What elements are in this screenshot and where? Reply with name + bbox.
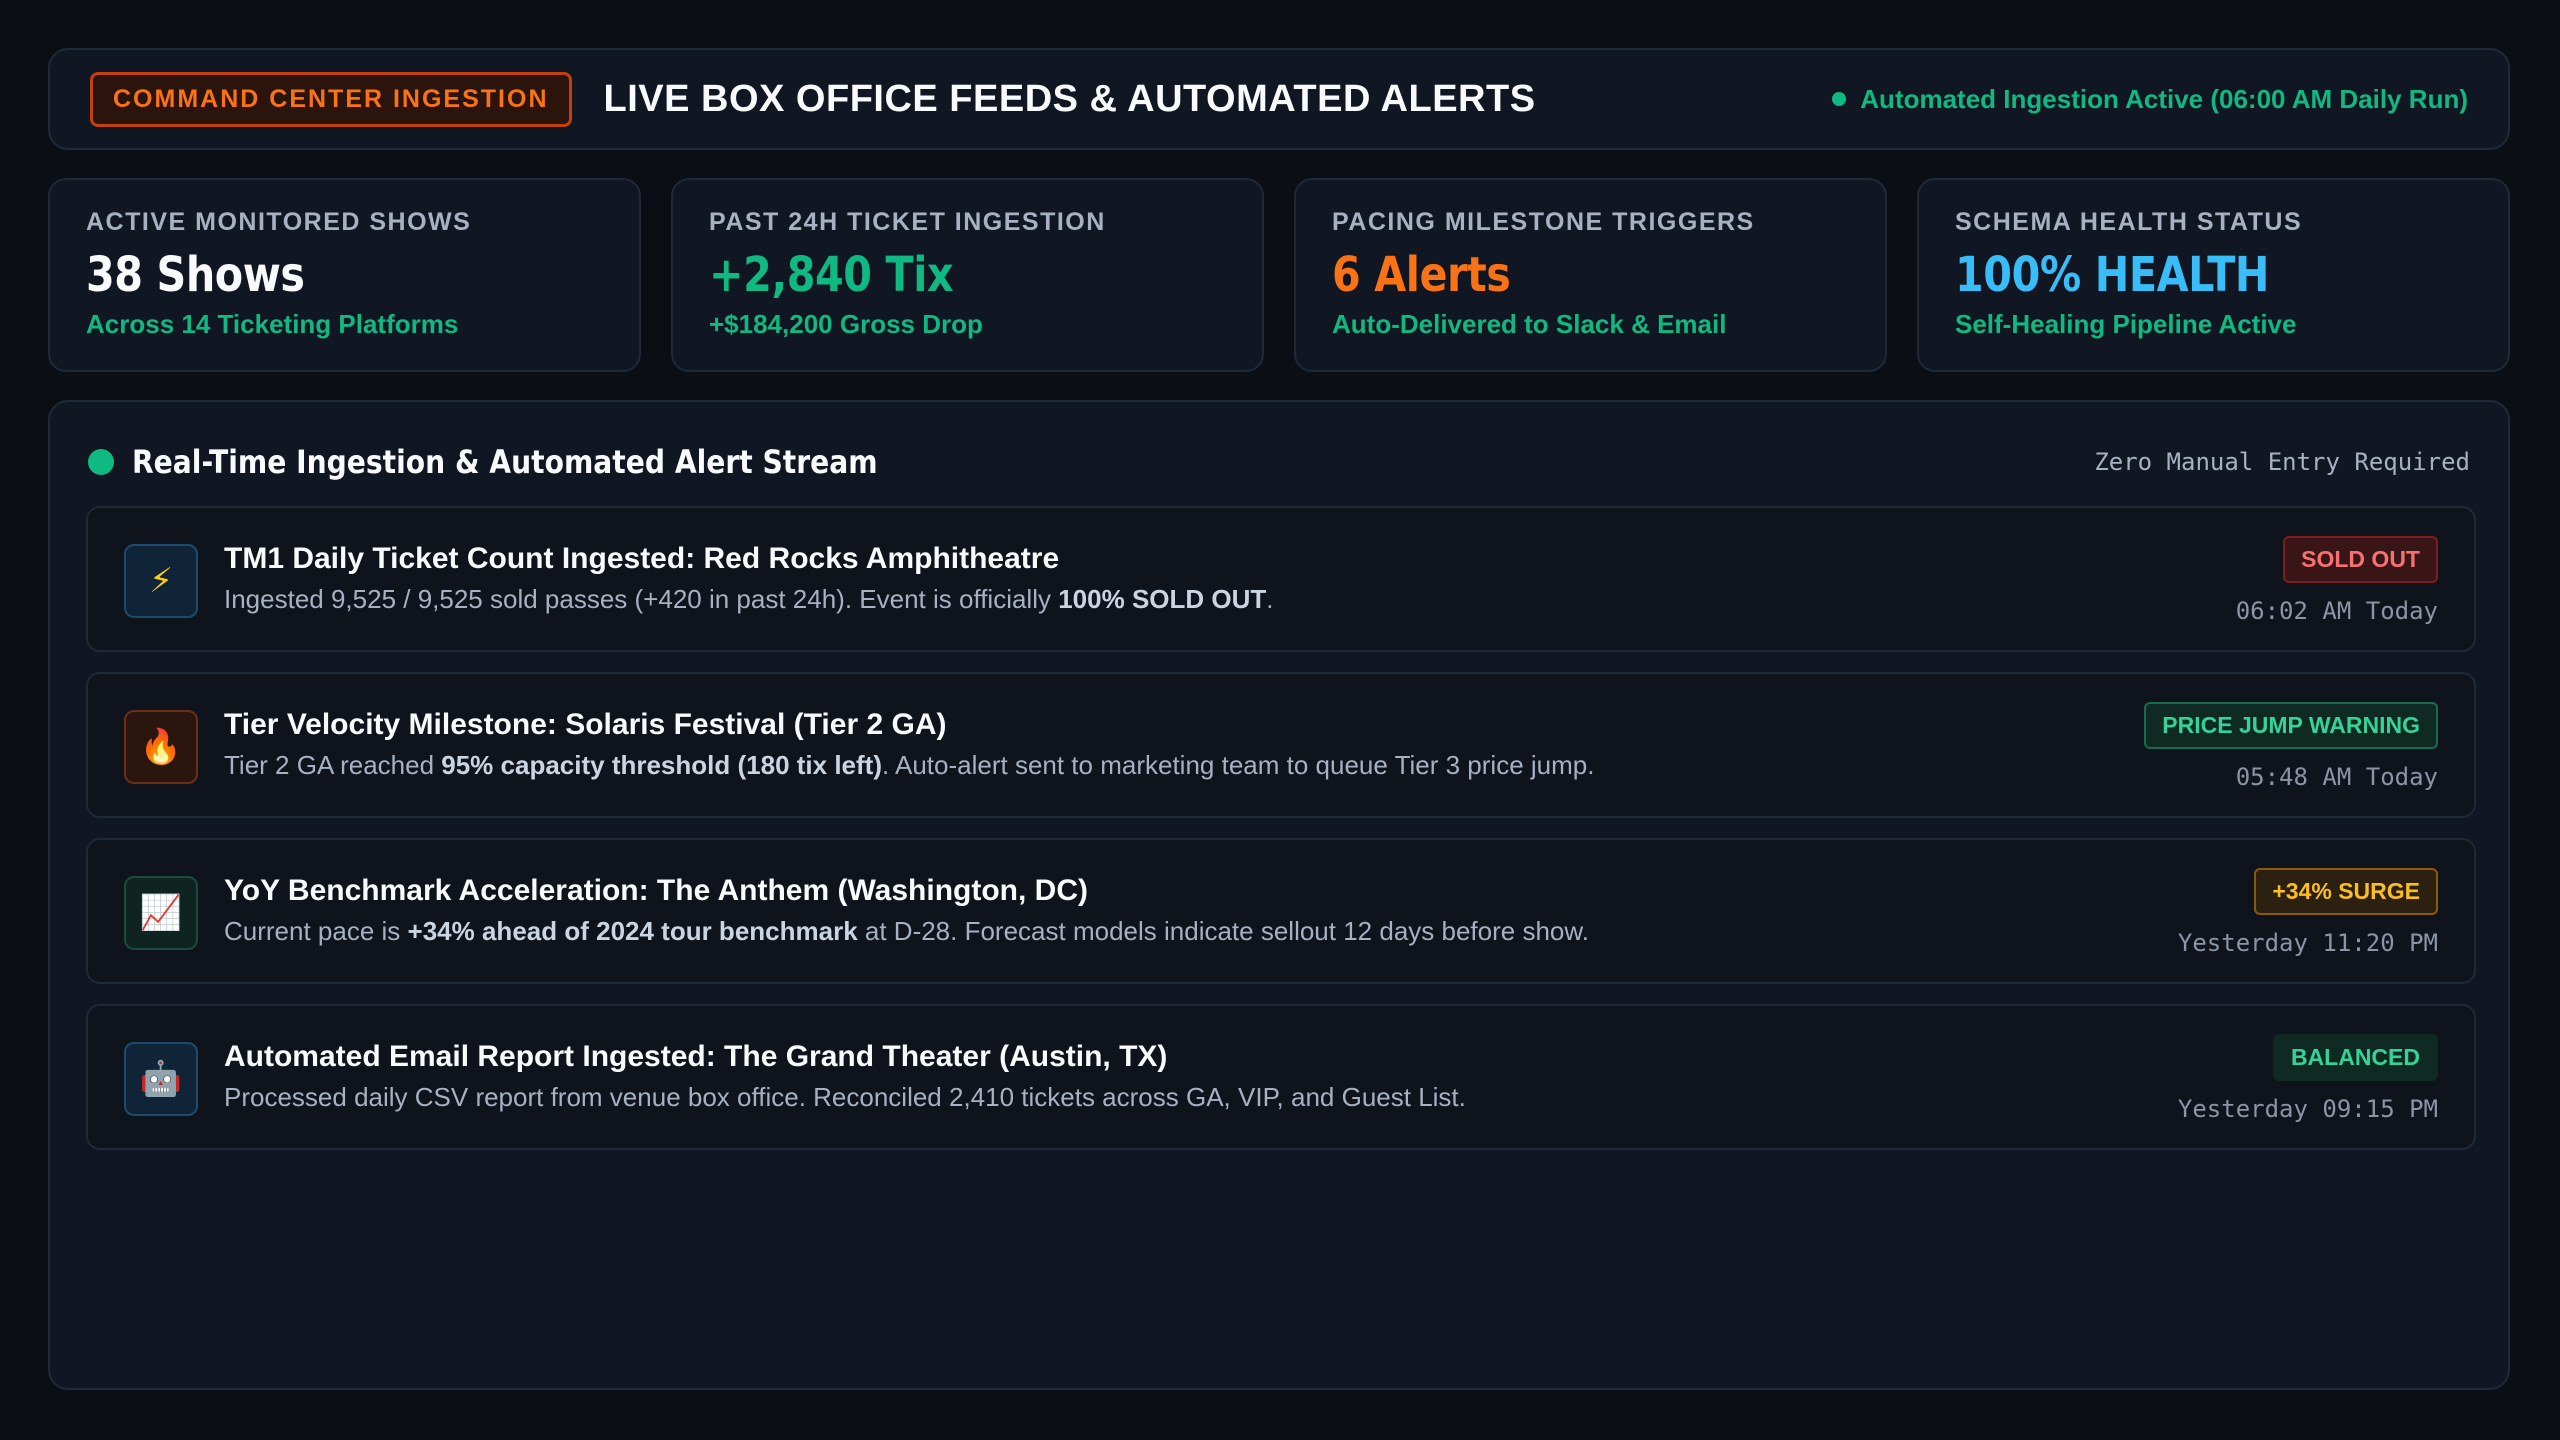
alert-title: Tier Velocity Milestone: Solaris Festiva… <box>224 708 947 741</box>
lightning-icon: ⚡ <box>124 544 198 618</box>
alert-description: Ingested 9,525 / 9,525 sold passes (+420… <box>224 584 1274 614</box>
kpi-label: SCHEMA HEALTH STATUS <box>1955 208 2303 236</box>
robot-icon: 🤖 <box>124 1042 198 1116</box>
alert-item[interactable]: ⚡ TM1 Daily Ticket Count Ingested: Red R… <box>86 506 2476 652</box>
status-badge: PRICE JUMP WARNING <box>2144 702 2438 749</box>
kpi-subtext: Auto-Delivered to Slack & Email <box>1332 309 1727 339</box>
kpi-subtext: Across 14 Ticketing Platforms <box>86 309 459 339</box>
alert-timestamp: Yesterday 11:20 PM <box>2177 929 2438 957</box>
alert-stream-title: Real-Time Ingestion & Automated Alert St… <box>132 443 878 481</box>
status-badge: +34% SURGE <box>2254 868 2438 915</box>
kpi-subtext: +$184,200 Gross Drop <box>709 309 983 339</box>
alert-stream-header: Real-Time Ingestion & Automated Alert St… <box>88 440 2470 484</box>
kpi-label: PACING MILESTONE TRIGGERS <box>1332 208 1755 236</box>
alert-stream-panel: Real-Time Ingestion & Automated Alert St… <box>48 400 2510 1390</box>
status-dot-icon <box>1832 92 1847 106</box>
alert-item[interactable]: 🤖 Automated Email Report Ingested: The G… <box>86 1004 2476 1150</box>
status-badge: BALANCED <box>2272 1034 2438 1081</box>
alert-stream-note: Zero Manual Entry Required <box>2094 448 2470 476</box>
chart-increasing-icon: 📈 <box>124 876 198 950</box>
alert-feed: ⚡ TM1 Daily Ticket Count Ingested: Red R… <box>86 506 2476 1170</box>
kpi-row: ACTIVE MONITORED SHOWS 38 Shows Across 1… <box>48 178 2510 372</box>
alert-item[interactable]: 📈 YoY Benchmark Acceleration: The Anthem… <box>86 838 2476 984</box>
alert-timestamp: 05:48 AM Today <box>2235 763 2438 791</box>
kpi-card-active-shows[interactable]: ACTIVE MONITORED SHOWS 38 Shows Across 1… <box>48 178 641 372</box>
alert-timestamp: Yesterday 09:15 PM <box>2177 1095 2438 1123</box>
kpi-label: ACTIVE MONITORED SHOWS <box>86 208 472 236</box>
alert-description: Current pace is +34% ahead of 2024 tour … <box>224 916 1589 946</box>
fire-icon: 🔥 <box>124 710 198 784</box>
command-center-badge: COMMAND CENTER INGESTION <box>90 71 572 127</box>
kpi-value: 100% HEALTH <box>1955 247 2270 303</box>
kpi-value: 6 Alerts <box>1332 247 1511 303</box>
alert-title: YoY Benchmark Acceleration: The Anthem (… <box>224 874 1088 907</box>
kpi-value: +2,840 Tix <box>709 247 954 303</box>
alert-title: Automated Email Report Ingested: The Gra… <box>224 1040 1168 1073</box>
status-badge: SOLD OUT <box>2283 536 2438 583</box>
alert-description: Processed daily CSV report from venue bo… <box>224 1082 1466 1112</box>
kpi-card-pacing-triggers[interactable]: PACING MILESTONE TRIGGERS 6 Alerts Auto-… <box>1294 178 1887 372</box>
live-dot-icon <box>88 449 114 475</box>
alert-description: Tier 2 GA reached 95% capacity threshold… <box>224 750 1595 780</box>
ingestion-status: Automated Ingestion Active (06:00 AM Dai… <box>1832 84 2468 115</box>
kpi-subtext: Self-Healing Pipeline Active <box>1955 309 2297 339</box>
alert-title: TM1 Daily Ticket Count Ingested: Red Roc… <box>224 542 1060 575</box>
kpi-label: PAST 24H TICKET INGESTION <box>709 208 1106 236</box>
alert-item[interactable]: 🔥 Tier Velocity Milestone: Solaris Festi… <box>86 672 2476 818</box>
kpi-card-ticket-ingestion[interactable]: PAST 24H TICKET INGESTION +2,840 Tix +$1… <box>671 178 1264 372</box>
kpi-card-schema-health[interactable]: SCHEMA HEALTH STATUS 100% HEALTH Self-He… <box>1917 178 2510 372</box>
header-bar: COMMAND CENTER INGESTION LIVE BOX OFFICE… <box>48 48 2510 150</box>
ingestion-status-text: Automated Ingestion Active (06:00 AM Dai… <box>1860 83 2468 114</box>
page-title: LIVE BOX OFFICE FEEDS & AUTOMATED ALERTS <box>603 77 1536 120</box>
alert-timestamp: 06:02 AM Today <box>2235 597 2438 625</box>
kpi-value: 38 Shows <box>86 247 305 303</box>
